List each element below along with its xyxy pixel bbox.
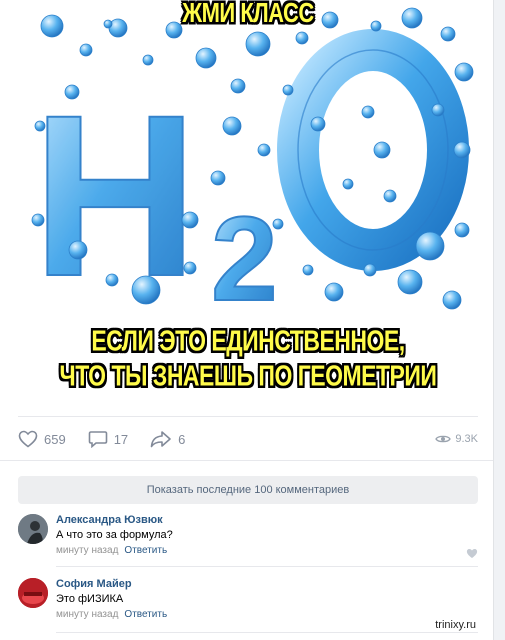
show-more-comments-button[interactable]: Показать последние 100 комментариев: [18, 476, 478, 504]
avatar-photo: [18, 578, 48, 608]
share-count: 6: [178, 431, 186, 447]
share-button[interactable]: 6: [150, 430, 185, 448]
like-button[interactable]: 659: [18, 430, 66, 448]
o-letter: [277, 29, 469, 271]
post-card: H 2 ЖМИ КЛАСС ЕСЛИ ЭТО ЕДИНСТВЕННОЕ, ЧТО…: [0, 0, 494, 640]
post-actions-bar: 659 17 6 9.3K: [18, 416, 478, 461]
comment-item: Александра Юзвюк А что это за формула? м…: [18, 512, 478, 562]
post-image[interactable]: H 2 ЖМИ КЛАСС ЕСЛИ ЭТО ЕДИНСТВЕННОЕ, ЧТО…: [18, 0, 478, 400]
caption-top: ЖМИ КЛАСС: [182, 0, 314, 28]
heart-icon: [18, 430, 38, 448]
views-counter: 9.3K: [435, 433, 478, 445]
comment-meta: минуту назад Ответить: [56, 607, 476, 623]
caption-bottom-line2: ЧТО ТЫ ЗНАЕШЬ ПО ГЕОМЕТРИИ: [59, 359, 437, 392]
comment-time[interactable]: минуту назад: [56, 545, 118, 556]
watermark: trinixy.ru: [432, 618, 479, 632]
comment-item: София Майер Это фИЗИКА минуту назад Ответ…: [18, 576, 478, 626]
comment-divider: [56, 566, 478, 567]
section-divider: [0, 460, 493, 461]
caption-bottom-line1: ЕСЛИ ЭТО ЕДИНСТВЕННОЕ,: [91, 324, 405, 357]
comment-text: Это фИЗИКА: [56, 593, 124, 605]
reply-link[interactable]: Ответить: [124, 545, 167, 556]
views-count: 9.3K: [455, 433, 478, 445]
comment-meta: минуту назад Ответить: [56, 543, 476, 559]
comment-count: 17: [113, 431, 129, 447]
eye-icon: [435, 435, 452, 443]
comment-divider: [56, 632, 478, 633]
avatar-photo: [18, 514, 48, 544]
comment-author[interactable]: София Майер: [56, 576, 476, 592]
avatar[interactable]: [18, 578, 48, 608]
comment-button[interactable]: 17: [88, 430, 128, 448]
comment-author[interactable]: Александра Юзвюк: [56, 512, 476, 528]
subscript-two: 2: [211, 192, 278, 326]
like-count: 659: [44, 431, 66, 447]
caption-bottom: ЕСЛИ ЭТО ЕДИНСТВЕННОЕ, ЧТО ТЫ ЗНАЕШЬ ПО …: [18, 323, 478, 393]
comment-time[interactable]: минуту назад: [56, 609, 118, 620]
share-icon: [150, 431, 171, 448]
comment-like-icon[interactable]: [466, 548, 478, 559]
comment-icon: [88, 431, 108, 448]
avatar[interactable]: [18, 514, 48, 544]
comment-body: София Майер Это фИЗИКА минуту назад Ответ…: [56, 576, 476, 623]
comment-text: А что это за формула?: [56, 529, 173, 541]
comment-body: Александра Юзвюк А что это за формула? м…: [56, 512, 476, 559]
reply-link[interactable]: Ответить: [124, 609, 167, 620]
